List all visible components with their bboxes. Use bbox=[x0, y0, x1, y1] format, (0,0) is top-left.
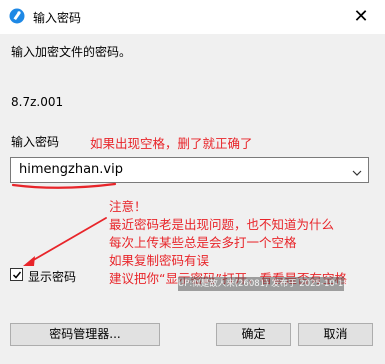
close-button[interactable]: ✕ bbox=[345, 5, 377, 29]
password-value[interactable]: himengzhan.vip bbox=[19, 162, 123, 177]
cancel-button[interactable]: 取消 bbox=[298, 323, 373, 346]
annotation-note-line: 如果复制密码有误 bbox=[109, 253, 210, 268]
annotation-note-line: 每次上传某些总是会多打一个空格 bbox=[109, 235, 297, 250]
annotation-top: 如果出现空格，删了就正确了 bbox=[90, 136, 253, 151]
annotation-underline bbox=[11, 182, 117, 189]
title-bar: 输入密码 ✕ bbox=[0, 0, 385, 34]
show-password-checkbox[interactable] bbox=[10, 268, 23, 281]
password-label: 输入密码 bbox=[11, 135, 60, 149]
show-password-label[interactable]: 显示密码 bbox=[28, 268, 76, 285]
password-manager-button[interactable]: 密码管理器... bbox=[10, 323, 160, 346]
password-prompt: 输入加密文件的密码。 bbox=[11, 45, 132, 59]
ok-button[interactable]: 确定 bbox=[216, 323, 291, 346]
app-icon bbox=[9, 8, 25, 24]
window-title: 输入密码 bbox=[33, 11, 82, 25]
chevron-down-icon[interactable] bbox=[352, 166, 362, 176]
watermark: UP:似是故人来(26081) 发布于 2025-10-18 bbox=[178, 277, 349, 291]
annotation-arrow-line bbox=[29, 217, 107, 263]
annotation-note-line: 注意！ bbox=[109, 199, 147, 214]
annotation-arrow-head bbox=[23, 256, 35, 266]
file-name: 8.7z.001 bbox=[11, 95, 64, 109]
password-combobox[interactable]: himengzhan.vip bbox=[10, 157, 369, 183]
annotation-note-line: 最近密码老是出现问题，也不知道为什么 bbox=[109, 217, 335, 232]
